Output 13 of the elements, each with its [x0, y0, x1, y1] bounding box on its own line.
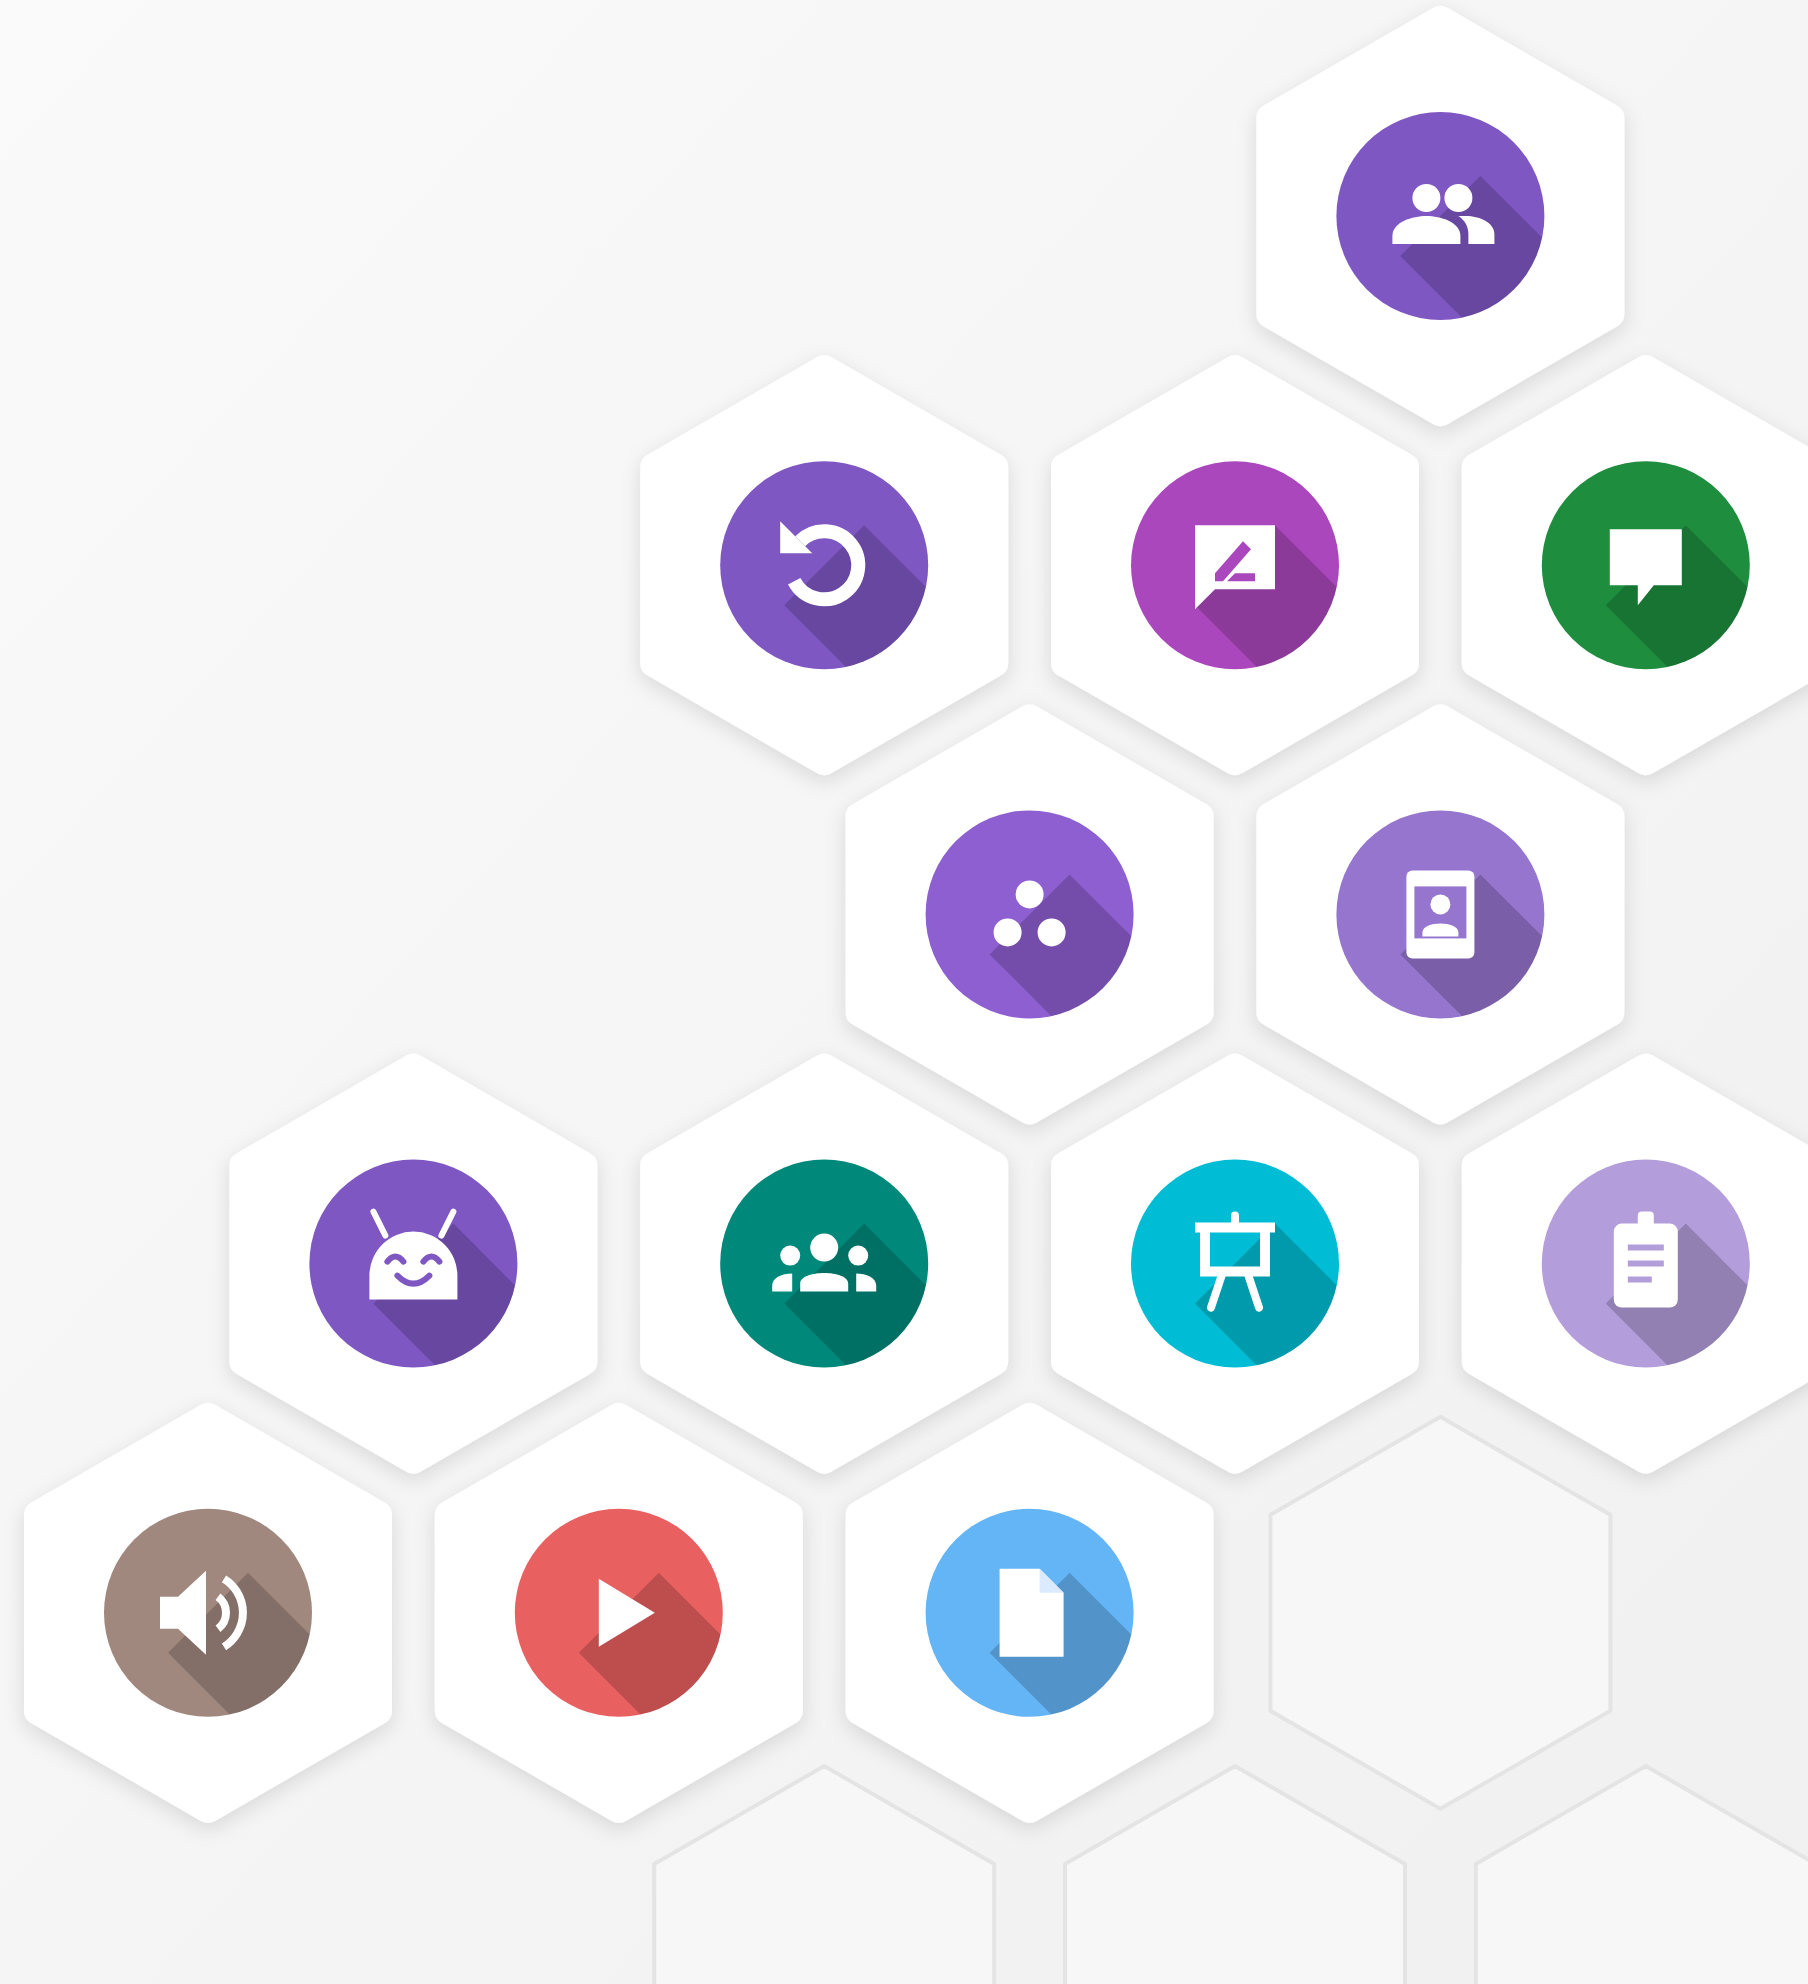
chat-bubble-icon[interactable] — [1541, 461, 1750, 670]
people-icon[interactable] — [1336, 112, 1545, 320]
file-icon[interactable] — [925, 1508, 1134, 1717]
clipboard-icon[interactable] — [1541, 1159, 1750, 1368]
speaker-icon[interactable] — [104, 1508, 312, 1717]
easel-icon[interactable] — [1131, 1159, 1339, 1368]
three-dots-icon[interactable] — [925, 810, 1134, 1019]
robot-icon[interactable] — [309, 1159, 518, 1368]
contact-card-icon[interactable] — [1336, 810, 1545, 1019]
edit-bubble-icon[interactable] — [1131, 461, 1339, 670]
play-icon[interactable] — [514, 1508, 723, 1717]
undo-icon[interactable] — [720, 461, 929, 670]
group-icon[interactable] — [720, 1159, 929, 1368]
